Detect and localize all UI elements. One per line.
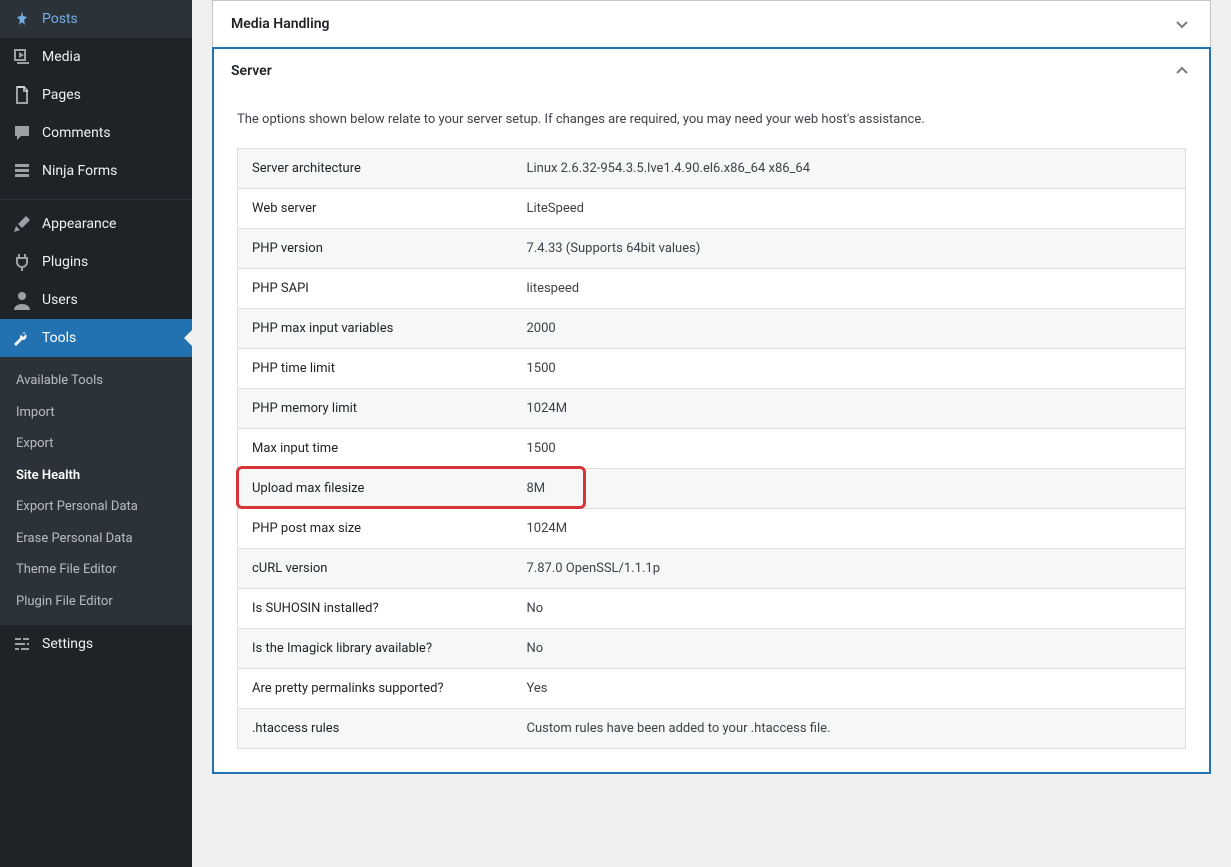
- row-key: PHP max input variables: [238, 308, 513, 348]
- panel-server: Server The options shown below relate to…: [212, 47, 1211, 774]
- menu-item-users[interactable]: Users: [0, 281, 192, 319]
- row-key: Is SUHOSIN installed?: [238, 588, 513, 628]
- submenu-item-erase-personal-data[interactable]: Erase Personal Data: [0, 523, 192, 555]
- media-icon: [12, 47, 32, 67]
- panel-server-body: The options shown below relate to your s…: [213, 94, 1210, 773]
- panel-media-handling-toggle[interactable]: Media Handling: [213, 1, 1210, 47]
- table-row: .htaccess rulesCustom rules have been ad…: [238, 708, 1186, 748]
- tools-submenu: Available ToolsImportExportSite HealthEx…: [0, 357, 192, 625]
- row-key: cURL version: [238, 548, 513, 588]
- pin-icon: [12, 9, 32, 29]
- submenu-item-theme-file-editor[interactable]: Theme File Editor: [0, 554, 192, 586]
- table-row: Server architectureLinux 2.6.32-954.3.5.…: [238, 148, 1186, 188]
- submenu-item-export[interactable]: Export: [0, 428, 192, 460]
- form-icon: [12, 161, 32, 181]
- menu-item-plugins[interactable]: Plugins: [0, 243, 192, 281]
- menu-item-label: Media: [42, 49, 81, 65]
- row-key: Web server: [238, 188, 513, 228]
- comment-icon: [12, 123, 32, 143]
- table-row: Is the Imagick library available?No: [238, 628, 1186, 668]
- row-key: .htaccess rules: [238, 708, 513, 748]
- row-key: PHP memory limit: [238, 388, 513, 428]
- row-value: 1024M: [513, 388, 1186, 428]
- row-value: 7.87.0 OpenSSL/1.1.1p: [513, 548, 1186, 588]
- submenu-item-available-tools[interactable]: Available Tools: [0, 365, 192, 397]
- table-row: PHP time limit1500: [238, 348, 1186, 388]
- row-value: 1500: [513, 428, 1186, 468]
- table-row: Web serverLiteSpeed: [238, 188, 1186, 228]
- sliders-icon: [12, 634, 32, 654]
- row-key: Max input time: [238, 428, 513, 468]
- row-value: litespeed: [513, 268, 1186, 308]
- chevron-down-icon: [1172, 14, 1192, 34]
- row-value: Linux 2.6.32-954.3.5.lve1.4.90.el6.x86_6…: [513, 148, 1186, 188]
- menu-item-tools[interactable]: Tools: [0, 319, 192, 357]
- row-key: Is the Imagick library available?: [238, 628, 513, 668]
- table-row: PHP version7.4.33 (Supports 64bit values…: [238, 228, 1186, 268]
- menu-item-label: Appearance: [42, 216, 116, 232]
- menu-separator: [0, 195, 192, 200]
- row-key: PHP post max size: [238, 508, 513, 548]
- menu-item-settings[interactable]: Settings: [0, 625, 192, 663]
- panel-title: Media Handling: [231, 16, 330, 32]
- row-key: PHP SAPI: [238, 268, 513, 308]
- admin-sidebar: Posts Media Pages Comments Ninja Forms Appea…: [0, 0, 192, 867]
- submenu-item-export-personal-data[interactable]: Export Personal Data: [0, 491, 192, 523]
- table-row: Are pretty permalinks supported?Yes: [238, 668, 1186, 708]
- row-value: 1024M: [513, 508, 1186, 548]
- menu-item-media[interactable]: Media: [0, 38, 192, 76]
- row-value: 2000: [513, 308, 1186, 348]
- row-value: 8M: [513, 468, 1186, 508]
- menu-item-label: Tools: [42, 330, 76, 346]
- table-row: Upload max filesize8M: [238, 468, 1186, 508]
- table-row: Is SUHOSIN installed?No: [238, 588, 1186, 628]
- menu-item-label: Settings: [42, 636, 93, 652]
- table-row: Max input time1500: [238, 428, 1186, 468]
- table-row: PHP max input variables2000: [238, 308, 1186, 348]
- submenu-item-plugin-file-editor[interactable]: Plugin File Editor: [0, 586, 192, 618]
- panel-title: Server: [231, 63, 272, 79]
- panel-media-handling: Media Handling: [212, 0, 1211, 48]
- menu-item-label: Posts: [42, 11, 78, 27]
- wrench-icon: [12, 328, 32, 348]
- row-key: Server architecture: [238, 148, 513, 188]
- row-value: 7.4.33 (Supports 64bit values): [513, 228, 1186, 268]
- menu-item-ninja-forms[interactable]: Ninja Forms: [0, 152, 192, 190]
- row-key: PHP time limit: [238, 348, 513, 388]
- plug-icon: [12, 252, 32, 272]
- table-row: PHP post max size1024M: [238, 508, 1186, 548]
- menu-item-label: Plugins: [42, 254, 88, 270]
- panel-server-toggle[interactable]: Server: [213, 48, 1210, 94]
- row-key: PHP version: [238, 228, 513, 268]
- submenu-item-import[interactable]: Import: [0, 397, 192, 429]
- menu-item-posts[interactable]: Posts: [0, 0, 192, 38]
- menu-item-label: Pages: [42, 87, 81, 103]
- row-key: Are pretty permalinks supported?: [238, 668, 513, 708]
- row-value: Custom rules have been added to your .ht…: [513, 708, 1186, 748]
- brush-icon: [12, 214, 32, 234]
- row-value: No: [513, 588, 1186, 628]
- row-value: LiteSpeed: [513, 188, 1186, 228]
- user-icon: [12, 290, 32, 310]
- server-info-table: Server architectureLinux 2.6.32-954.3.5.…: [237, 148, 1186, 749]
- content-area: Media Handling Server The options shown …: [192, 0, 1231, 867]
- submenu-item-site-health[interactable]: Site Health: [0, 460, 192, 492]
- row-value: No: [513, 628, 1186, 668]
- menu-item-label: Ninja Forms: [42, 163, 117, 179]
- row-value: Yes: [513, 668, 1186, 708]
- page-icon: [12, 85, 32, 105]
- menu-item-appearance[interactable]: Appearance: [0, 205, 192, 243]
- menu-item-label: Comments: [42, 125, 111, 141]
- table-row: cURL version7.87.0 OpenSSL/1.1.1p: [238, 548, 1186, 588]
- chevron-up-icon: [1172, 61, 1192, 81]
- panel-server-description: The options shown below relate to your s…: [237, 110, 1186, 130]
- row-key: Upload max filesize: [238, 468, 513, 508]
- row-value: 1500: [513, 348, 1186, 388]
- menu-item-pages[interactable]: Pages: [0, 76, 192, 114]
- table-row: PHP memory limit1024M: [238, 388, 1186, 428]
- table-row: PHP SAPIlitespeed: [238, 268, 1186, 308]
- menu-item-comments[interactable]: Comments: [0, 114, 192, 152]
- menu-item-label: Users: [42, 292, 78, 308]
